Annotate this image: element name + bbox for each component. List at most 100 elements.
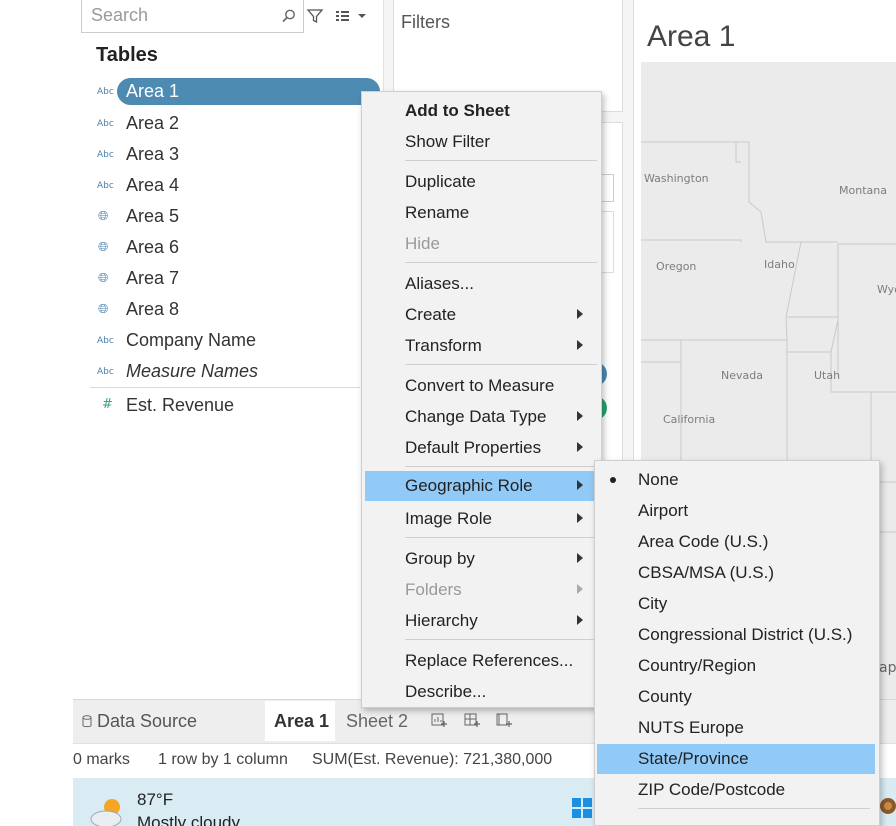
menu-separator <box>405 639 597 640</box>
menu-geographic-role[interactable]: Geographic Role <box>365 471 598 501</box>
data-source-tab[interactable]: Data Source <box>82 701 197 741</box>
field-context-menu: Add to Sheet Show Filter Duplicate Renam… <box>361 91 602 708</box>
field-est-revenue[interactable]: # Est. Revenue <box>90 392 380 420</box>
menu-item-label: Transform <box>405 336 482 356</box>
menu-default-properties[interactable]: Default Properties <box>362 433 601 463</box>
menu-group-by[interactable]: Group by <box>362 544 601 574</box>
string-type-icon: Abc <box>97 150 114 160</box>
geo-role-cbsa-msa[interactable]: CBSA/MSA (U.S.) <box>595 558 875 588</box>
geo-role-county[interactable]: County <box>595 682 875 712</box>
submenu-arrow-icon <box>577 480 583 490</box>
submenu-arrow-icon <box>577 615 583 625</box>
field-area-7[interactable]: 🌐︎ Area 7 <box>90 265 380 293</box>
geo-role-city[interactable]: City <box>595 589 875 619</box>
menu-describe[interactable]: Describe... <box>362 677 601 707</box>
menu-item-label: Replace References... <box>405 651 573 671</box>
geo-role-state-province[interactable]: State/Province <box>597 744 875 774</box>
submenu-item-label: NUTS Europe <box>638 718 744 738</box>
menu-image-role[interactable]: Image Role <box>362 504 601 534</box>
geo-role-none[interactable]: None <box>595 465 875 495</box>
field-area-5[interactable]: 🌐︎ Area 5 <box>90 203 380 231</box>
menu-transform[interactable]: Transform <box>362 331 601 361</box>
geo-role-area-code[interactable]: Area Code (U.S.) <box>595 527 875 557</box>
weather-temperature[interactable]: 87°F <box>137 790 173 810</box>
search-icon[interactable] <box>281 8 297 24</box>
menu-item-label: Hide <box>405 234 440 254</box>
windows-start-icon[interactable] <box>570 796 594 826</box>
string-type-icon: Abc <box>97 336 114 346</box>
field-measure-names[interactable]: Abc Measure Names <box>90 358 380 386</box>
menu-item-label: Duplicate <box>405 172 476 192</box>
globe-icon: 🌐︎ <box>98 302 108 317</box>
tables-heading: Tables <box>96 44 158 67</box>
menu-create[interactable]: Create <box>362 300 601 330</box>
new-worksheet-icon[interactable] <box>430 711 448 729</box>
field-label: Area 4 <box>126 175 179 196</box>
tab-area-1[interactable]: Area 1 <box>265 701 335 741</box>
partly-cloudy-icon[interactable] <box>88 795 128 826</box>
search-box[interactable] <box>81 0 304 33</box>
menu-item-label: Hierarchy <box>405 611 478 631</box>
dimension-measure-divider <box>90 387 360 388</box>
field-area-2[interactable]: Abc Area 2 <box>90 110 380 138</box>
map-label-idaho: Idaho <box>764 258 795 271</box>
menu-item-label: Group by <box>405 549 475 569</box>
menu-hierarchy[interactable]: Hierarchy <box>362 606 601 636</box>
field-label: Area 1 <box>126 81 179 102</box>
search-input[interactable] <box>82 0 272 31</box>
globe-icon: 🌐︎ <box>98 271 108 286</box>
filter-icon[interactable] <box>306 7 324 25</box>
map-label-california: California <box>663 413 715 426</box>
new-dashboard-icon[interactable] <box>463 711 481 729</box>
new-story-icon[interactable] <box>495 711 513 729</box>
menu-change-data-type[interactable]: Change Data Type <box>362 402 601 432</box>
string-type-icon: Abc <box>97 181 114 191</box>
menu-show-filter[interactable]: Show Filter <box>362 127 601 157</box>
map-label-partial: ap <box>879 660 896 676</box>
menu-item-label: Aliases... <box>405 274 474 294</box>
field-area-6[interactable]: 🌐︎ Area 6 <box>90 234 380 262</box>
field-label: Area 3 <box>126 144 179 165</box>
field-area-4[interactable]: Abc Area 4 <box>90 172 380 200</box>
submenu-item-label: None <box>638 470 679 490</box>
submenu-item-label: Airport <box>638 501 688 521</box>
field-area-1[interactable]: Abc Area 1 <box>90 78 380 106</box>
field-label: Area 7 <box>126 268 179 289</box>
field-company-name[interactable]: Abc Company Name <box>90 327 380 355</box>
field-label: Area 2 <box>126 113 179 134</box>
weather-condition[interactable]: Mostly cloudy <box>137 813 240 826</box>
geo-role-zip-code[interactable]: ZIP Code/Postcode <box>595 775 875 805</box>
geo-role-congressional-district[interactable]: Congressional District (U.S.) <box>595 620 875 650</box>
menu-rename[interactable]: Rename <box>362 198 601 228</box>
submenu-arrow-icon <box>577 442 583 452</box>
menu-item-label: Convert to Measure <box>405 376 554 396</box>
submenu-arrow-icon <box>577 553 583 563</box>
submenu-separator <box>638 808 870 809</box>
view-toggle-icon[interactable] <box>334 7 370 25</box>
field-area-8[interactable]: 🌐︎ Area 8 <box>90 296 380 324</box>
geographic-role-submenu: None Airport Area Code (U.S.) CBSA/MSA (… <box>594 460 880 826</box>
menu-add-to-sheet[interactable]: Add to Sheet <box>362 96 601 126</box>
submenu-item-label: CBSA/MSA (U.S.) <box>638 563 774 583</box>
submenu-item-label: County <box>638 687 692 707</box>
menu-item-label: Folders <box>405 580 462 600</box>
checked-bullet-icon <box>610 477 616 483</box>
field-area-3[interactable]: Abc Area 3 <box>90 141 380 169</box>
marks-count: 0 marks <box>73 751 130 769</box>
menu-replace-references[interactable]: Replace References... <box>362 646 601 676</box>
submenu-item-label: State/Province <box>638 749 749 769</box>
geo-role-airport[interactable]: Airport <box>595 496 875 526</box>
field-label: Area 8 <box>126 299 179 320</box>
menu-aliases[interactable]: Aliases... <box>362 269 601 299</box>
map-label-wyoming: Wyo <box>877 283 896 296</box>
menu-convert-to-measure[interactable]: Convert to Measure <box>362 371 601 401</box>
menu-separator <box>405 160 597 161</box>
field-label: Area 6 <box>126 237 179 258</box>
map-label-montana: Montana <box>839 184 887 197</box>
submenu-item-label: City <box>638 594 667 614</box>
geo-role-nuts-europe[interactable]: NUTS Europe <box>595 713 875 743</box>
submenu-item-label: Area Code (U.S.) <box>638 532 768 552</box>
menu-duplicate[interactable]: Duplicate <box>362 167 601 197</box>
geo-role-country-region[interactable]: Country/Region <box>595 651 875 681</box>
menu-item-label: Add to Sheet <box>405 101 510 121</box>
